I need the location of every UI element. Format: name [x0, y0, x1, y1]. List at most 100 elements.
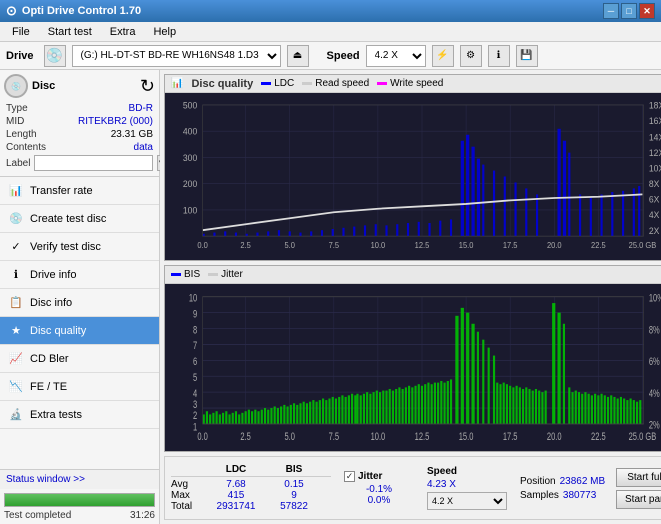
start-full-button[interactable]: Start full — [616, 468, 661, 487]
save-button[interactable]: 💾 — [516, 45, 538, 67]
nav-drive-info-label: Drive info — [30, 269, 76, 281]
svg-text:20.0: 20.0 — [547, 430, 562, 443]
label-input[interactable] — [34, 155, 153, 171]
length-label: Length — [6, 129, 37, 140]
mid-label: MID — [6, 116, 24, 127]
maximize-button[interactable]: □ — [621, 3, 637, 19]
samples-label: Samples — [520, 490, 559, 501]
nav-extra-tests-label: Extra tests — [30, 409, 82, 421]
svg-text:10X: 10X — [649, 163, 661, 174]
avg-jitter-value: -0.1% — [344, 484, 414, 495]
disc-refresh-button[interactable]: ↻ — [140, 76, 155, 97]
minimize-button[interactable]: ─ — [603, 3, 619, 19]
drive-icon: 💿 — [44, 45, 66, 67]
svg-text:12.5: 12.5 — [415, 241, 430, 250]
max-ldc-value: 415 — [211, 490, 261, 501]
svg-text:8%: 8% — [649, 324, 660, 337]
svg-text:17.5: 17.5 — [503, 430, 518, 443]
status-time: 31:26 — [130, 510, 155, 521]
svg-text:5.0: 5.0 — [285, 241, 296, 250]
nav-cd-bler[interactable]: 📈 CD Bler — [0, 345, 159, 373]
svg-text:2X: 2X — [649, 225, 660, 236]
svg-text:8X: 8X — [649, 179, 660, 190]
close-button[interactable]: ✕ — [639, 3, 655, 19]
verify-test-disc-icon: ✓ — [8, 239, 24, 255]
contents-value: data — [134, 142, 153, 153]
max-jitter-value: 0.0% — [344, 495, 414, 506]
nav-create-test-disc[interactable]: 💿 Create test disc — [0, 205, 159, 233]
svg-text:2.5: 2.5 — [240, 430, 250, 443]
avg-bis-value: 0.15 — [269, 479, 319, 490]
position-section: Position 23862 MB Samples 380773 — [520, 476, 610, 501]
svg-text:16X: 16X — [649, 116, 661, 127]
ldc-header: LDC — [211, 464, 261, 475]
svg-text:12.5: 12.5 — [415, 430, 430, 443]
chart-title: Disc quality — [191, 78, 253, 90]
fe-te-icon: 📉 — [8, 379, 24, 395]
read-speed-legend-dot — [302, 82, 312, 85]
speed-icon: ⚡ — [432, 45, 454, 67]
svg-text:500: 500 — [183, 100, 197, 111]
speed-select-stats[interactable]: 4.2 X — [427, 492, 507, 510]
bis-header: BIS — [269, 464, 319, 475]
chart-icon: 📊 — [171, 78, 183, 89]
nav-disc-quality[interactable]: ★ Disc quality — [0, 317, 159, 345]
left-panel: 💿 Disc ↻ Type BD-R MID RITEKBR2 (000) Le… — [0, 70, 160, 524]
stats-main-section: LDC BIS Avg 7.68 0.15 Max 415 9 Total 29… — [171, 464, 331, 512]
nav-extra-tests[interactable]: 🔬 Extra tests — [0, 401, 159, 429]
svg-text:4%: 4% — [649, 388, 660, 401]
nav-transfer-rate[interactable]: 📊 Transfer rate — [0, 177, 159, 205]
drive-bar: Drive 💿 (G:) HL-DT-ST BD-RE WH16NS48 1.D… — [0, 42, 661, 70]
create-test-disc-icon: 💿 — [8, 211, 24, 227]
disc-section-title: Disc — [32, 80, 136, 92]
type-value: BD-R — [129, 103, 153, 114]
eject-button[interactable]: ⏏ — [287, 45, 309, 67]
svg-text:8: 8 — [193, 324, 197, 337]
speed-value: 4.23 X — [427, 479, 507, 490]
svg-text:2.5: 2.5 — [240, 241, 251, 250]
nav-fe-te[interactable]: 📉 FE / TE — [0, 373, 159, 401]
extra-tests-icon: 🔬 — [8, 407, 24, 423]
nav-verify-test-disc[interactable]: ✓ Verify test disc — [0, 233, 159, 261]
avg-ldc-value: 7.68 — [211, 479, 261, 490]
top-chart-area: 500 400 300 200 100 18X 16X 14X 12X 10X … — [165, 93, 661, 260]
menu-extra[interactable]: Extra — [102, 24, 144, 40]
status-window-button[interactable]: Status window >> — [0, 469, 159, 489]
svg-text:6: 6 — [193, 356, 197, 369]
jitter-checkbox[interactable] — [344, 471, 355, 482]
speed-section: Speed 4.23 X 4.2 X — [427, 466, 507, 510]
svg-text:0.0: 0.0 — [197, 430, 207, 443]
main-layout: 💿 Disc ↻ Type BD-R MID RITEKBR2 (000) Le… — [0, 70, 661, 524]
total-ldc-value: 2931741 — [211, 501, 261, 512]
svg-text:22.5: 22.5 — [591, 241, 606, 250]
max-row-label: Max — [171, 490, 203, 501]
transfer-rate-icon: 📊 — [8, 183, 24, 199]
svg-text:15.0: 15.0 — [459, 430, 474, 443]
title-bar: ⊙ Opti Drive Control 1.70 ─ □ ✕ — [0, 0, 661, 22]
speed-select[interactable]: 4.2 X — [366, 45, 426, 67]
menu-help[interactable]: Help — [145, 24, 184, 40]
app-icon: ⊙ — [6, 3, 17, 19]
nav-drive-info[interactable]: ℹ Drive info — [0, 261, 159, 289]
app-title: Opti Drive Control 1.70 — [22, 5, 141, 17]
info-button[interactable]: ℹ — [488, 45, 510, 67]
drive-select[interactable]: (G:) HL-DT-ST BD-RE WH16NS48 1.D3 — [72, 45, 281, 67]
svg-text:22.5: 22.5 — [591, 430, 606, 443]
nav-disc-info[interactable]: 📋 Disc info — [0, 289, 159, 317]
menu-file[interactable]: File — [4, 24, 38, 40]
svg-text:25.0 GB: 25.0 GB — [629, 241, 657, 250]
start-part-button[interactable]: Start part — [616, 490, 661, 509]
svg-text:6X: 6X — [649, 194, 660, 205]
write-speed-legend-dot — [377, 82, 387, 85]
position-label: Position — [520, 476, 556, 487]
window-controls: ─ □ ✕ — [603, 3, 655, 19]
menu-start-test[interactable]: Start test — [40, 24, 100, 40]
svg-text:14X: 14X — [649, 132, 661, 143]
jitter-header: Jitter — [358, 471, 382, 482]
menu-bar: File Start test Extra Help — [0, 22, 661, 42]
svg-text:5: 5 — [193, 372, 197, 385]
settings-button[interactable]: ⚙ — [460, 45, 482, 67]
progress-bar — [5, 494, 154, 506]
status-section: Status window >> Test completed 31:26 — [0, 469, 159, 524]
action-buttons: Start full Start part — [616, 468, 661, 509]
